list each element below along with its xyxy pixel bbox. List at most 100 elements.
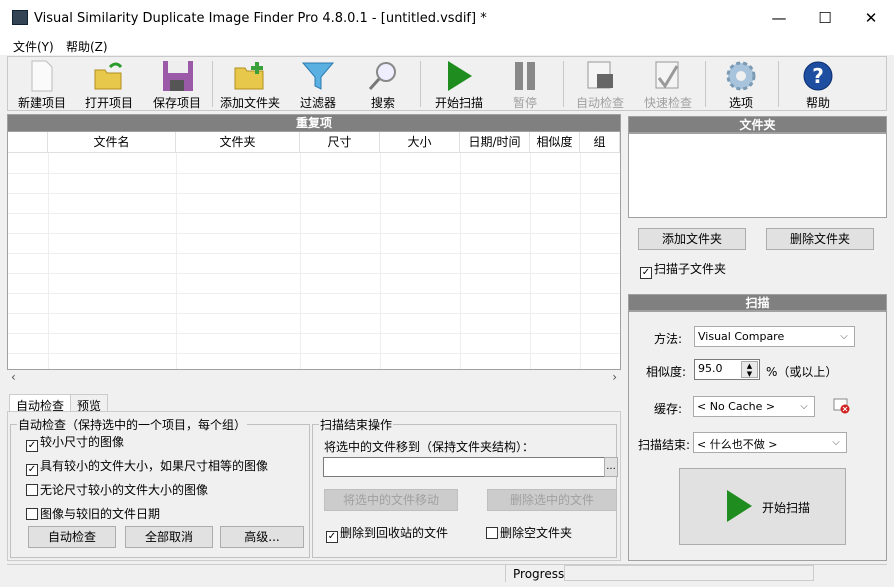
start-scan-toolbar-button[interactable]: 开始扫描 [428, 57, 490, 111]
grid-line [48, 153, 49, 369]
column-header-dimensions[interactable]: 尺寸 [300, 132, 380, 153]
scan-header: 扫描 [628, 294, 887, 311]
grid-line [8, 253, 620, 254]
scan-subfolders-option[interactable]: ✓ 扫描子文件夹 [640, 260, 726, 279]
grid-line [8, 213, 620, 214]
grid-line [380, 153, 381, 369]
remove-folder-button[interactable]: 删除文件夹 [766, 228, 874, 250]
status-bar: Progress [7, 564, 887, 582]
pause-button[interactable]: 暂停 [500, 57, 550, 111]
method-select[interactable]: Visual Compare ⌵ [694, 326, 855, 347]
checkbox-checked[interactable]: ✓ [326, 531, 338, 543]
add-folder-button[interactable]: 添加文件夹 [218, 57, 282, 111]
play-icon [727, 490, 752, 522]
tab-auto-check[interactable]: 自动检查 [9, 394, 72, 413]
column-header-folder[interactable]: 文件夹 [176, 132, 300, 153]
help-button[interactable]: ? 帮助 [793, 57, 843, 111]
delete-selected-button[interactable]: 删除选中的文件 [487, 489, 617, 511]
open-project-button[interactable]: 打开项目 [79, 57, 139, 111]
filter-button[interactable]: 过滤器 [290, 57, 346, 111]
menu-file[interactable]: 文件(Y) [13, 38, 54, 55]
title-bar: Visual Similarity Duplicate Image Finder… [0, 0, 894, 36]
option-smaller-dimensions[interactable]: ✓ 较小尺寸的图像 [26, 433, 124, 452]
similarity-label: 相似度: [645, 365, 686, 379]
window-title: Visual Similarity Duplicate Image Finder… [34, 11, 487, 26]
play-icon [448, 61, 472, 91]
option-older-date[interactable]: 图像与较旧的文件日期 [26, 505, 160, 522]
checkbox-checked[interactable]: ✓ [26, 464, 38, 476]
uncheck-all-button[interactable]: 全部取消 [125, 526, 213, 548]
folders-list[interactable] [628, 133, 887, 218]
column-header-similarity[interactable]: 相似度 [530, 132, 580, 153]
svg-text:?: ? [812, 64, 824, 88]
menu-help[interactable]: 帮助(Z) [66, 38, 108, 55]
app-icon [12, 10, 28, 25]
chevron-down-icon: ⌵ [840, 331, 848, 342]
scan-end-label: 扫描结束: [637, 438, 690, 452]
maximize-button[interactable]: ☐ [802, 0, 848, 36]
minimize-button[interactable]: — [756, 0, 802, 36]
column-header-select[interactable] [8, 132, 48, 153]
scroll-right-icon[interactable]: › [612, 370, 617, 384]
column-header-datetime[interactable]: 日期/时间 [460, 132, 530, 153]
help-icon: ? [803, 61, 833, 91]
move-path-input[interactable] [323, 457, 605, 477]
auto-check-legend: 自动检查（保持选中的一个项目，每个组） [18, 418, 247, 432]
duplicates-header: 重复项 [7, 114, 621, 132]
browse-button[interactable]: ... [604, 457, 618, 477]
start-scan-button[interactable]: 开始扫描 [679, 468, 846, 545]
grid-line [8, 193, 620, 194]
grid-line [8, 173, 620, 174]
option-smaller-regardless[interactable]: 无论尺寸较小的文件大小的图像 [26, 481, 208, 498]
options-button[interactable]: 选项 [716, 57, 766, 111]
toolbar-separator [705, 61, 706, 107]
grid-line [8, 353, 620, 354]
pause-icon [515, 62, 535, 90]
move-selected-button[interactable]: 将选中的文件移动 [324, 489, 458, 511]
duplicates-table[interactable]: 文件名 文件夹 尺寸 大小 日期/时间 相似度 组 [7, 131, 621, 370]
folders-header: 文件夹 [628, 116, 887, 133]
close-button[interactable]: ✕ [848, 0, 894, 36]
auto-check-toolbar-button[interactable]: 自动检查 [570, 57, 630, 111]
similarity-spinner[interactable]: ▲ ▼ [741, 361, 758, 378]
option-smaller-filesize[interactable]: ✓ 具有较小的文件大小，如果尺寸相等的图像 [26, 457, 268, 476]
auto-check-button[interactable]: 自动检查 [28, 526, 116, 548]
new-file-icon [31, 60, 53, 92]
delete-empty-folders-option[interactable]: 删除空文件夹 [486, 524, 572, 541]
clear-cache-icon[interactable] [833, 398, 851, 414]
grid-line [460, 153, 461, 369]
horizontal-scrollbar[interactable]: ‹ › [8, 370, 620, 386]
quick-check-button[interactable]: 快速检查 [638, 57, 698, 111]
checkbox-unchecked[interactable] [26, 484, 38, 496]
open-folder-icon [94, 62, 123, 90]
advanced-button[interactable]: 高级... [220, 526, 304, 548]
progress-label: Progress [505, 565, 565, 582]
tab-preview[interactable]: 预览 [70, 394, 109, 413]
progress-bar [564, 565, 814, 581]
checkbox-checked[interactable]: ✓ [640, 267, 652, 279]
grid-line [8, 313, 620, 314]
search-button[interactable]: 搜索 [358, 57, 408, 111]
scan-end-select[interactable]: < 什么也不做 > ⌵ [693, 432, 847, 453]
checkbox-unchecked[interactable] [486, 527, 498, 539]
grid-line [300, 153, 301, 369]
save-project-button[interactable]: 保存项目 [147, 57, 207, 111]
toolbar: 新建项目 打开项目 保存项目 添加文件夹 过滤器 搜索 开始扫描 暂停 自动检查… [7, 56, 887, 111]
column-header-filename[interactable]: 文件名 [48, 132, 176, 153]
recycle-bin-option[interactable]: ✓ 删除到回收站的文件 [326, 524, 448, 543]
checkbox-unchecked[interactable] [26, 508, 38, 520]
save-disk-icon [163, 61, 193, 91]
checkbox-checked[interactable]: ✓ [26, 440, 38, 452]
grid-line [580, 153, 581, 369]
new-project-button[interactable]: 新建项目 [12, 57, 72, 111]
cache-select[interactable]: < No Cache > ⌵ [693, 396, 815, 417]
chevron-down-icon: ⌵ [832, 437, 840, 448]
column-header-size[interactable]: 大小 [380, 132, 460, 153]
auto-check-icon [587, 61, 613, 89]
move-to-label: 将选中的文件移到（保持文件夹结构）： [324, 440, 535, 454]
grid-line [8, 273, 620, 274]
column-header-group[interactable]: 组 [580, 132, 620, 153]
end-scan-legend: 扫描结束操作 [320, 418, 393, 432]
add-folder-panel-button[interactable]: 添加文件夹 [638, 228, 746, 250]
scroll-left-icon[interactable]: ‹ [11, 370, 16, 384]
